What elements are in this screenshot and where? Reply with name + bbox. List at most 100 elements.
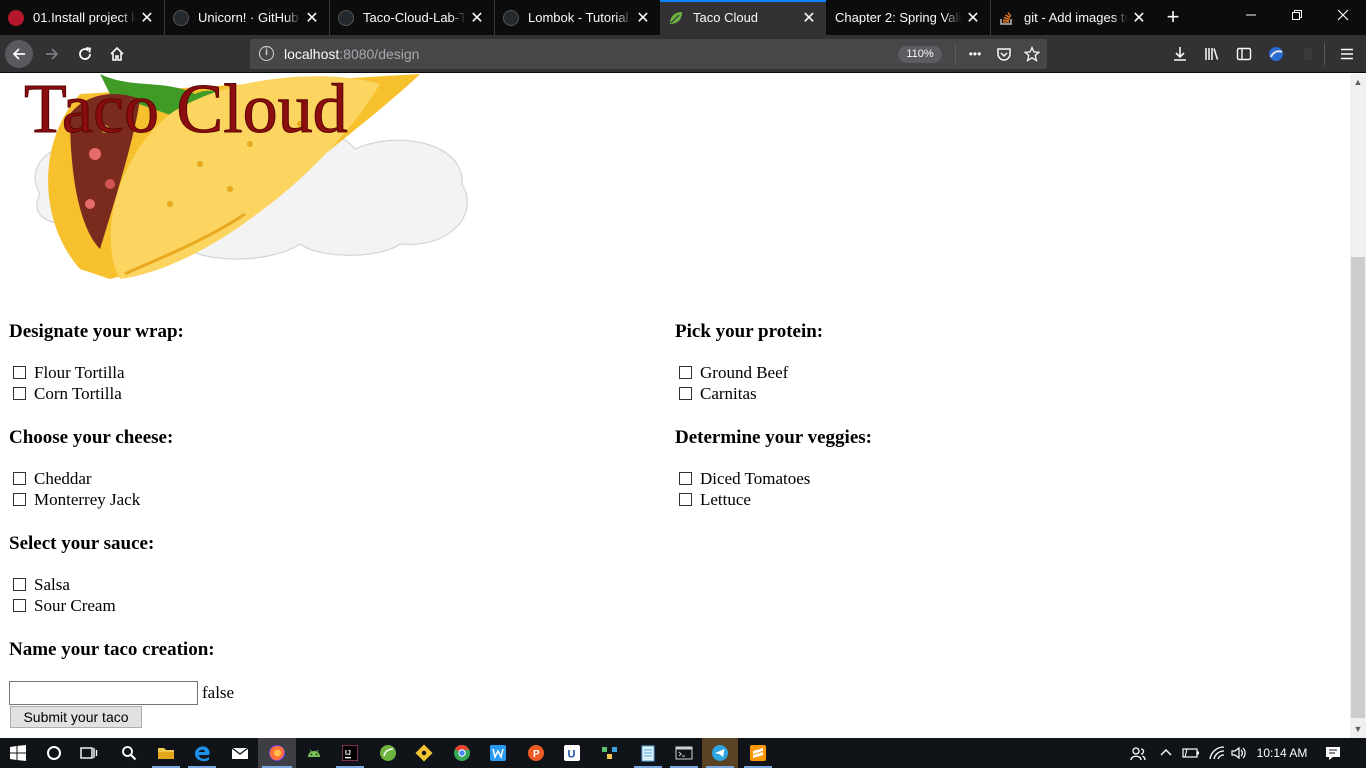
close-tab-icon[interactable]: ✕	[1128, 8, 1150, 28]
navigation-toolbar: i localhost:8080/design 110% •••	[0, 35, 1366, 73]
postman-app[interactable]: P	[518, 738, 554, 768]
url-bar[interactable]: i localhost:8080/design 110% •••	[250, 39, 1047, 69]
people-button[interactable]	[1126, 738, 1150, 768]
checkbox[interactable]	[679, 366, 692, 379]
page-actions-button[interactable]: •••	[964, 44, 986, 64]
account-button[interactable]	[1265, 44, 1287, 64]
taskbar-clock[interactable]: 10:14 AM	[1252, 738, 1312, 768]
cheese-option-monterrey-jack[interactable]: Monterrey Jack	[9, 489, 173, 510]
scrollbar-thumb[interactable]	[1351, 257, 1365, 718]
tab-taco-cloud-lab[interactable]: Taco-Cloud-Lab-Two ✕	[330, 0, 495, 35]
close-tab-icon[interactable]: ✕	[136, 8, 158, 28]
back-arrow-icon	[12, 48, 25, 60]
spring-tool-suite-app[interactable]	[370, 738, 406, 768]
pocket-button[interactable]	[993, 44, 1015, 64]
back-button[interactable]	[5, 40, 33, 68]
notepad-app[interactable]	[630, 738, 666, 768]
task-view-icon	[80, 747, 98, 759]
volume-control[interactable]	[1228, 738, 1250, 768]
close-tab-icon[interactable]: ✕	[962, 8, 984, 28]
wrap-option-corn[interactable]: Corn Tortilla	[9, 383, 184, 404]
new-tab-button[interactable]: +	[1159, 0, 1187, 35]
start-button[interactable]	[0, 738, 36, 768]
svg-text:U: U	[568, 749, 576, 761]
checkbox[interactable]	[13, 493, 26, 506]
file-explorer-app[interactable]	[148, 738, 184, 768]
network-tool-app[interactable]	[592, 738, 628, 768]
close-tab-icon[interactable]: ✕	[798, 8, 820, 28]
intellij-app[interactable]: IJ	[332, 738, 368, 768]
tab-spring-validation[interactable]: Chapter 2: Spring Validation ✕	[826, 0, 991, 35]
cheese-option-cheddar[interactable]: Cheddar	[9, 468, 173, 489]
restore-window-button[interactable]	[1274, 0, 1320, 35]
wifi-status[interactable]	[1206, 738, 1228, 768]
tab-taco-cloud[interactable]: Taco Cloud ✕	[660, 0, 826, 35]
protein-option-ground-beef[interactable]: Ground Beef	[675, 362, 823, 383]
forward-arrow-icon	[46, 48, 59, 60]
veggies-option-lettuce[interactable]: Lettuce	[675, 489, 872, 510]
sauce-option-salsa[interactable]: Salsa	[9, 574, 154, 595]
veggies-option-diced-tomatoes[interactable]: Diced Tomatoes	[675, 468, 872, 489]
checkbox[interactable]	[679, 493, 692, 506]
sidebar-button[interactable]	[1233, 44, 1255, 64]
zoom-level-badge[interactable]: 110%	[898, 46, 942, 63]
checkbox[interactable]	[13, 578, 26, 591]
tab-github-unicorn[interactable]: Unicorn! · GitHub ✕	[165, 0, 330, 35]
mail-app[interactable]	[222, 738, 258, 768]
close-icon	[1337, 9, 1349, 21]
tab-git-add-images[interactable]: git - Add images to ✕	[991, 0, 1156, 35]
scroll-down-arrow-icon[interactable]: ▼	[1350, 721, 1366, 738]
reload-button[interactable]	[71, 40, 99, 68]
sauce-option-sour-cream[interactable]: Sour Cream	[9, 595, 154, 616]
tab-install-lombok[interactable]: 01.Install project lombok ✕	[0, 0, 165, 35]
close-window-button[interactable]	[1320, 0, 1366, 35]
checkbox[interactable]	[679, 387, 692, 400]
open-menu-button[interactable]	[1336, 44, 1358, 64]
scroll-up-arrow-icon[interactable]: ▲	[1350, 74, 1366, 91]
edge-app[interactable]	[184, 738, 220, 768]
account-avatar-icon	[1269, 47, 1283, 61]
close-tab-icon[interactable]: ✕	[632, 8, 654, 28]
url-text[interactable]: localhost:8080/design	[284, 46, 419, 62]
android-studio-app[interactable]	[296, 738, 332, 768]
battery-status[interactable]	[1180, 738, 1202, 768]
submit-taco-button[interactable]: Submit your taco	[10, 706, 142, 728]
library-button[interactable]	[1201, 44, 1223, 64]
vertical-scrollbar[interactable]: ▲ ▼	[1350, 74, 1366, 738]
firefox-app[interactable]	[258, 738, 296, 768]
bookmark-star-button[interactable]	[1021, 44, 1043, 64]
downloads-button[interactable]	[1169, 44, 1191, 64]
option-label: Cheddar	[34, 468, 92, 488]
tab-lombok-tutorial[interactable]: Lombok - Tutorial ✕	[495, 0, 660, 35]
wrap-option-flour[interactable]: Flour Tortilla	[9, 362, 184, 383]
git-kraken-app[interactable]	[406, 738, 442, 768]
taco-name-input[interactable]	[9, 681, 198, 705]
taskbar-search[interactable]	[112, 738, 146, 768]
veggies-heading: Determine your veggies:	[675, 427, 872, 448]
close-tab-icon[interactable]: ✕	[301, 8, 323, 28]
protein-option-carnitas[interactable]: Carnitas	[675, 383, 823, 404]
checkbox[interactable]	[13, 472, 26, 485]
checkbox[interactable]	[13, 366, 26, 379]
checkbox[interactable]	[679, 472, 692, 485]
show-hidden-icons-button[interactable]	[1156, 738, 1176, 768]
tab-title: Chapter 2: Spring Validation	[835, 10, 962, 25]
home-button[interactable]	[103, 40, 131, 68]
minimize-window-button[interactable]	[1228, 0, 1274, 35]
forward-button[interactable]	[38, 40, 66, 68]
task-view-button[interactable]	[72, 738, 106, 768]
unity-app[interactable]: U	[554, 738, 590, 768]
cortana-button[interactable]	[38, 738, 70, 768]
chrome-app[interactable]	[444, 738, 480, 768]
telegram-app[interactable]	[702, 738, 738, 768]
command-prompt-app[interactable]	[666, 738, 702, 768]
checkbox[interactable]	[13, 599, 26, 612]
close-tab-icon[interactable]: ✕	[466, 8, 488, 28]
sublime-text-app[interactable]	[740, 738, 776, 768]
extension-button[interactable]	[1297, 44, 1319, 64]
writer-app[interactable]	[480, 738, 516, 768]
site-info-icon[interactable]: i	[259, 46, 274, 61]
action-center-button[interactable]	[1316, 738, 1350, 768]
github-icon	[503, 9, 519, 26]
checkbox[interactable]	[13, 387, 26, 400]
